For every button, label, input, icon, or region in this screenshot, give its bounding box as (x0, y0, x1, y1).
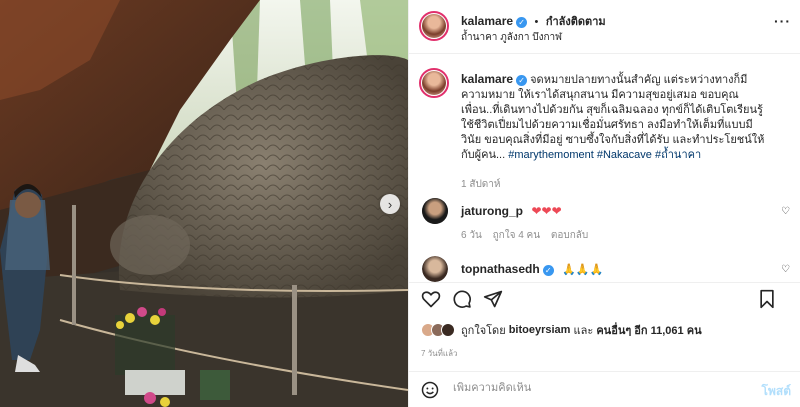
heart-icon[interactable] (421, 289, 441, 309)
comment: topnathasedh ✓ 🙏🙏🙏 (461, 260, 603, 278)
verified-icon: ✓ (516, 75, 528, 86)
author-avatar[interactable] (419, 11, 449, 41)
cave-photo (0, 0, 408, 407)
caption: kalamare ✓ จดหมายปลายทางนั้นสำคัญ แต่ระหว… (461, 72, 786, 192)
post-header: kalamare ✓ • กำลังติดตาม ถ้ำนาคา ภูลังกา … (409, 0, 800, 54)
post-location[interactable]: ถ้ำนาคา ภูลังกา บึงกาฬ (461, 30, 562, 45)
caption-avatar[interactable] (419, 68, 449, 98)
reply-button[interactable]: ตอบกลับ (551, 230, 588, 241)
verified-icon: ✓ (542, 265, 554, 276)
comment-input[interactable] (453, 382, 733, 394)
likes-summary: ถูกใจโดย bitoeyrsiam และ คนอื่นๆ อีก 11,… (421, 321, 702, 339)
post-time-ago[interactable]: 7 วันที่แล้ว (421, 347, 457, 360)
comment-username[interactable]: topnathasedh (461, 262, 540, 276)
comment-text: 🙏🙏🙏 (562, 264, 604, 276)
post-side-panel: kalamare ✓ • กำลังติดตาม ถ้ำนาคา ภูลังกา … (408, 0, 800, 407)
comment-time[interactable]: 6 วัน (461, 230, 482, 241)
caption-time[interactable]: 1 สัปดาห์ (461, 177, 786, 192)
more-horizontal-icon[interactable]: ··· (774, 13, 791, 29)
header-separator: • (534, 16, 539, 28)
comment-meta: 6 วัน ถูกใจ 4 คน ตอบกลับ (461, 228, 588, 243)
author-username[interactable]: kalamare (461, 14, 513, 28)
heart-icon[interactable]: ♡ (781, 264, 790, 275)
share-icon[interactable] (483, 289, 503, 309)
post-comment-button[interactable]: โพสต์ (762, 382, 791, 401)
comment-text: ❤❤❤ (531, 204, 562, 218)
bookmark-icon[interactable] (757, 289, 777, 309)
next-image-button[interactable]: › (380, 194, 400, 214)
hashtag[interactable]: #Nakacave (597, 149, 652, 161)
liked-by-others[interactable]: คนอื่นๆ อีก 11,061 คน (596, 321, 701, 339)
chevron-right-icon: › (387, 196, 393, 212)
liker-avatars (421, 323, 455, 337)
liked-by-user[interactable]: bitoeyrsiam (509, 324, 571, 336)
hashtag[interactable]: #ถ้ำนาคา (655, 149, 701, 161)
comment: jaturong_p ❤❤❤ (461, 202, 562, 220)
caption-text: จดหมายปลายทางนั้นสำคัญ แต่ระหว่างทางก็มี… (461, 74, 765, 161)
comment-likes[interactable]: ถูกใจ 4 คน (493, 230, 541, 241)
verified-icon: ✓ (516, 17, 528, 28)
post-actions: ถูกใจโดย bitoeyrsiam และ คนอื่นๆ อีก 11,… (409, 282, 800, 407)
comment-username[interactable]: jaturong_p (461, 204, 523, 218)
commenter-avatar[interactable] (422, 256, 448, 282)
comment-icon[interactable] (452, 289, 472, 309)
liked-by-prefix: ถูกใจโดย (461, 325, 506, 337)
smile-icon[interactable] (421, 381, 439, 399)
post-image[interactable]: › (0, 0, 408, 407)
comment-bar: โพสต์ (409, 371, 800, 407)
caption-username[interactable]: kalamare (461, 72, 513, 86)
following-button[interactable]: กำลังติดตาม (546, 16, 606, 28)
hashtag[interactable]: #marythemoment (508, 149, 594, 161)
heart-icon[interactable]: ♡ (781, 206, 790, 217)
liked-by-mid: และ (573, 325, 594, 337)
commenter-avatar[interactable] (422, 198, 448, 224)
